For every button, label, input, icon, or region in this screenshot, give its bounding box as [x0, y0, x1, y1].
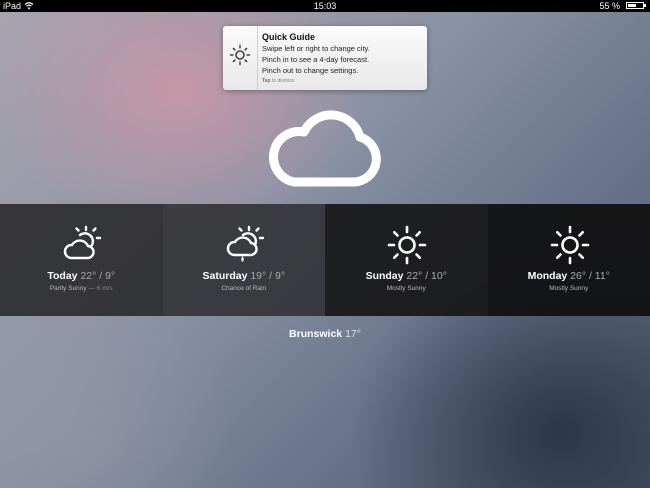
- forecast-panel[interactable]: Today 22° / 9° Partly Sunny — 6 m/s Satu…: [0, 204, 650, 316]
- status-bar: iPad 15:03 55 %: [0, 0, 650, 12]
- guide-divider: [257, 26, 258, 90]
- day-condition: Chance of Rain: [221, 285, 267, 292]
- day-temps: 22° / 10°: [406, 270, 447, 282]
- forecast-day-saturday[interactable]: Saturday 19° / 9° Chance of Rain: [162, 204, 326, 316]
- current-location[interactable]: Brunswick 17°: [0, 328, 650, 340]
- forecast-description: Mostly Sunny: [488, 285, 650, 292]
- sun-icon: [387, 225, 427, 265]
- city-name: Brunswick: [289, 328, 343, 340]
- forecast-description: Partly Sunny — 6 m/s: [0, 285, 163, 292]
- cloud-icon: [269, 110, 381, 187]
- current-temperature: 17°: [345, 328, 361, 340]
- day-temps: 26° / 11°: [570, 270, 610, 282]
- sun-icon: [550, 225, 589, 265]
- guide-title: Quick Guide: [262, 32, 316, 42]
- guide-line-pinch-out: Pinch out to change settings.: [262, 66, 359, 75]
- forecast-day-sunday[interactable]: Sunday 22° / 10° Mostly Sunny: [325, 204, 488, 316]
- forecast-description: Chance of Rain: [163, 285, 326, 292]
- day-name: Saturday: [202, 270, 248, 282]
- guide-dismiss-hint[interactable]: Tap to dismiss: [262, 78, 294, 84]
- day-wind: — 6 m/s: [88, 285, 113, 292]
- forecast-description: Mostly Sunny: [325, 285, 488, 292]
- forecast-summary: Sunday 22° / 10°: [325, 270, 488, 282]
- guide-line-swipe: Swipe left or right to change city.: [262, 44, 370, 53]
- partly-sunny-icon: [63, 225, 102, 260]
- sun-icon: [229, 44, 251, 66]
- forecast-summary: Saturday 19° / 9°: [163, 270, 326, 282]
- battery-percent: 55 %: [599, 1, 620, 11]
- forecast-day-today[interactable]: Today 22° / 9° Partly Sunny — 6 m/s: [0, 204, 163, 316]
- day-condition: Mostly Sunny: [386, 285, 426, 292]
- day-name: Today: [47, 270, 78, 282]
- sun-cloud-rain-icon: [226, 225, 264, 262]
- battery-icon: [626, 2, 646, 9]
- forecast-summary: Today 22° / 9°: [0, 270, 163, 282]
- day-name: Monday: [527, 270, 568, 282]
- clock: 15:03: [313, 1, 337, 11]
- day-condition: Partly Sunny: [49, 285, 87, 292]
- day-condition: Mostly Sunny: [549, 285, 589, 292]
- quick-guide-popup[interactable]: Quick Guide Swipe left or right to chang…: [223, 26, 427, 90]
- forecast-day-monday[interactable]: Monday 26° / 11° Mostly Sunny: [487, 204, 650, 316]
- guide-line-pinch-in: Pinch in to see a 4-day forecast.: [262, 55, 370, 64]
- day-temps: 22° / 9°: [80, 270, 116, 282]
- forecast-summary: Monday 26° / 11°: [488, 270, 650, 282]
- day-name: Sunday: [365, 270, 404, 282]
- day-temps: 19° / 9°: [250, 270, 286, 282]
